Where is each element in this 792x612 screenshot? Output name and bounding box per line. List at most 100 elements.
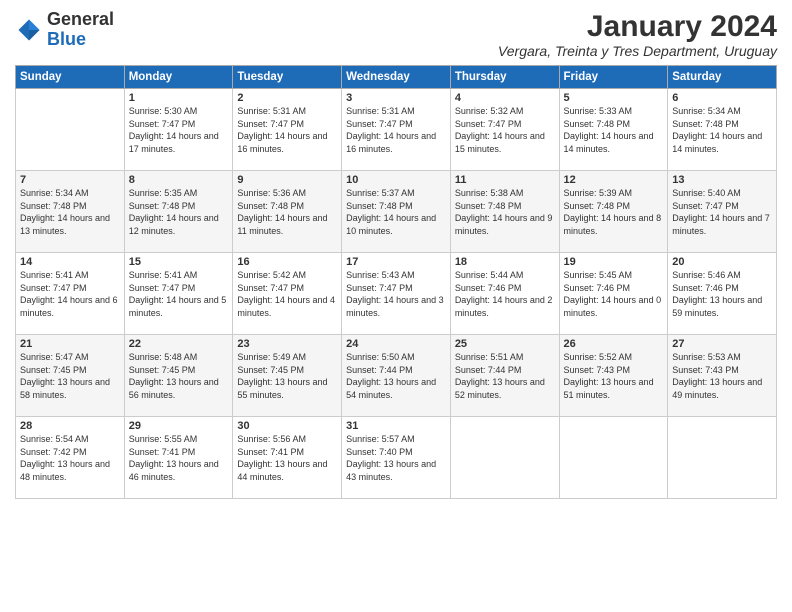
week-row-2: 7Sunrise: 5:34 AM Sunset: 7:48 PM Daylig… (16, 171, 777, 253)
week-row-4: 21Sunrise: 5:47 AM Sunset: 7:45 PM Dayli… (16, 335, 777, 417)
day-number: 12 (564, 174, 664, 186)
day-cell: 30Sunrise: 5:56 AM Sunset: 7:41 PM Dayli… (233, 417, 342, 499)
col-thursday: Thursday (450, 66, 559, 89)
calendar-page: General Blue January 2024 Vergara, Trein… (0, 0, 792, 612)
day-cell: 15Sunrise: 5:41 AM Sunset: 7:47 PM Dayli… (124, 253, 233, 335)
day-cell (450, 417, 559, 499)
day-cell: 13Sunrise: 5:40 AM Sunset: 7:47 PM Dayli… (668, 171, 777, 253)
day-info: Sunrise: 5:55 AM Sunset: 7:41 PM Dayligh… (129, 433, 229, 483)
day-info: Sunrise: 5:54 AM Sunset: 7:42 PM Dayligh… (20, 433, 120, 483)
day-number: 3 (346, 92, 446, 104)
col-wednesday: Wednesday (342, 66, 451, 89)
day-cell (668, 417, 777, 499)
day-info: Sunrise: 5:34 AM Sunset: 7:48 PM Dayligh… (20, 187, 120, 237)
col-monday: Monday (124, 66, 233, 89)
day-cell: 7Sunrise: 5:34 AM Sunset: 7:48 PM Daylig… (16, 171, 125, 253)
day-info: Sunrise: 5:49 AM Sunset: 7:45 PM Dayligh… (237, 351, 337, 401)
day-number: 10 (346, 174, 446, 186)
day-info: Sunrise: 5:57 AM Sunset: 7:40 PM Dayligh… (346, 433, 446, 483)
day-cell: 5Sunrise: 5:33 AM Sunset: 7:48 PM Daylig… (559, 89, 668, 171)
logo-general: General (47, 9, 114, 29)
day-info: Sunrise: 5:43 AM Sunset: 7:47 PM Dayligh… (346, 269, 446, 319)
day-number: 11 (455, 174, 555, 186)
day-number: 5 (564, 92, 664, 104)
day-info: Sunrise: 5:48 AM Sunset: 7:45 PM Dayligh… (129, 351, 229, 401)
calendar-table: Sunday Monday Tuesday Wednesday Thursday… (15, 65, 777, 499)
day-info: Sunrise: 5:37 AM Sunset: 7:48 PM Dayligh… (346, 187, 446, 237)
day-cell: 2Sunrise: 5:31 AM Sunset: 7:47 PM Daylig… (233, 89, 342, 171)
day-number: 8 (129, 174, 229, 186)
day-number: 4 (455, 92, 555, 104)
day-info: Sunrise: 5:52 AM Sunset: 7:43 PM Dayligh… (564, 351, 664, 401)
day-cell: 28Sunrise: 5:54 AM Sunset: 7:42 PM Dayli… (16, 417, 125, 499)
day-info: Sunrise: 5:44 AM Sunset: 7:46 PM Dayligh… (455, 269, 555, 319)
day-number: 27 (672, 338, 772, 350)
day-info: Sunrise: 5:35 AM Sunset: 7:48 PM Dayligh… (129, 187, 229, 237)
day-info: Sunrise: 5:40 AM Sunset: 7:47 PM Dayligh… (672, 187, 772, 237)
day-number: 22 (129, 338, 229, 350)
day-info: Sunrise: 5:31 AM Sunset: 7:47 PM Dayligh… (237, 105, 337, 155)
logo-text: General Blue (47, 10, 114, 50)
day-info: Sunrise: 5:36 AM Sunset: 7:48 PM Dayligh… (237, 187, 337, 237)
day-number: 26 (564, 338, 664, 350)
month-title: January 2024 (498, 10, 777, 43)
day-info: Sunrise: 5:46 AM Sunset: 7:46 PM Dayligh… (672, 269, 772, 319)
day-number: 15 (129, 256, 229, 268)
day-info: Sunrise: 5:33 AM Sunset: 7:48 PM Dayligh… (564, 105, 664, 155)
day-cell (16, 89, 125, 171)
day-cell: 25Sunrise: 5:51 AM Sunset: 7:44 PM Dayli… (450, 335, 559, 417)
day-info: Sunrise: 5:39 AM Sunset: 7:48 PM Dayligh… (564, 187, 664, 237)
day-cell: 10Sunrise: 5:37 AM Sunset: 7:48 PM Dayli… (342, 171, 451, 253)
day-cell: 16Sunrise: 5:42 AM Sunset: 7:47 PM Dayli… (233, 253, 342, 335)
page-header: General Blue January 2024 Vergara, Trein… (15, 10, 777, 59)
day-info: Sunrise: 5:41 AM Sunset: 7:47 PM Dayligh… (129, 269, 229, 319)
day-number: 20 (672, 256, 772, 268)
day-cell: 3Sunrise: 5:31 AM Sunset: 7:47 PM Daylig… (342, 89, 451, 171)
logo-blue: Blue (47, 29, 86, 49)
day-cell: 26Sunrise: 5:52 AM Sunset: 7:43 PM Dayli… (559, 335, 668, 417)
day-number: 17 (346, 256, 446, 268)
day-number: 9 (237, 174, 337, 186)
day-cell: 20Sunrise: 5:46 AM Sunset: 7:46 PM Dayli… (668, 253, 777, 335)
day-cell: 19Sunrise: 5:45 AM Sunset: 7:46 PM Dayli… (559, 253, 668, 335)
day-number: 19 (564, 256, 664, 268)
day-number: 14 (20, 256, 120, 268)
day-number: 23 (237, 338, 337, 350)
day-cell: 8Sunrise: 5:35 AM Sunset: 7:48 PM Daylig… (124, 171, 233, 253)
day-number: 18 (455, 256, 555, 268)
day-info: Sunrise: 5:38 AM Sunset: 7:48 PM Dayligh… (455, 187, 555, 237)
day-cell: 24Sunrise: 5:50 AM Sunset: 7:44 PM Dayli… (342, 335, 451, 417)
day-cell: 4Sunrise: 5:32 AM Sunset: 7:47 PM Daylig… (450, 89, 559, 171)
day-number: 21 (20, 338, 120, 350)
col-friday: Friday (559, 66, 668, 89)
day-info: Sunrise: 5:45 AM Sunset: 7:46 PM Dayligh… (564, 269, 664, 319)
day-info: Sunrise: 5:41 AM Sunset: 7:47 PM Dayligh… (20, 269, 120, 319)
week-row-5: 28Sunrise: 5:54 AM Sunset: 7:42 PM Dayli… (16, 417, 777, 499)
col-saturday: Saturday (668, 66, 777, 89)
day-cell: 1Sunrise: 5:30 AM Sunset: 7:47 PM Daylig… (124, 89, 233, 171)
day-cell: 14Sunrise: 5:41 AM Sunset: 7:47 PM Dayli… (16, 253, 125, 335)
day-number: 30 (237, 420, 337, 432)
day-number: 24 (346, 338, 446, 350)
day-cell: 29Sunrise: 5:55 AM Sunset: 7:41 PM Dayli… (124, 417, 233, 499)
header-row: Sunday Monday Tuesday Wednesday Thursday… (16, 66, 777, 89)
day-cell: 17Sunrise: 5:43 AM Sunset: 7:47 PM Dayli… (342, 253, 451, 335)
logo-icon (15, 16, 43, 44)
day-info: Sunrise: 5:56 AM Sunset: 7:41 PM Dayligh… (237, 433, 337, 483)
day-cell: 21Sunrise: 5:47 AM Sunset: 7:45 PM Dayli… (16, 335, 125, 417)
day-cell: 27Sunrise: 5:53 AM Sunset: 7:43 PM Dayli… (668, 335, 777, 417)
day-cell: 31Sunrise: 5:57 AM Sunset: 7:40 PM Dayli… (342, 417, 451, 499)
day-cell: 11Sunrise: 5:38 AM Sunset: 7:48 PM Dayli… (450, 171, 559, 253)
logo: General Blue (15, 10, 114, 50)
day-info: Sunrise: 5:51 AM Sunset: 7:44 PM Dayligh… (455, 351, 555, 401)
day-number: 7 (20, 174, 120, 186)
day-number: 1 (129, 92, 229, 104)
day-cell: 22Sunrise: 5:48 AM Sunset: 7:45 PM Dayli… (124, 335, 233, 417)
day-number: 29 (129, 420, 229, 432)
week-row-1: 1Sunrise: 5:30 AM Sunset: 7:47 PM Daylig… (16, 89, 777, 171)
day-cell: 18Sunrise: 5:44 AM Sunset: 7:46 PM Dayli… (450, 253, 559, 335)
week-row-3: 14Sunrise: 5:41 AM Sunset: 7:47 PM Dayli… (16, 253, 777, 335)
day-cell: 6Sunrise: 5:34 AM Sunset: 7:48 PM Daylig… (668, 89, 777, 171)
day-number: 2 (237, 92, 337, 104)
title-block: January 2024 Vergara, Treinta y Tres Dep… (498, 10, 777, 59)
